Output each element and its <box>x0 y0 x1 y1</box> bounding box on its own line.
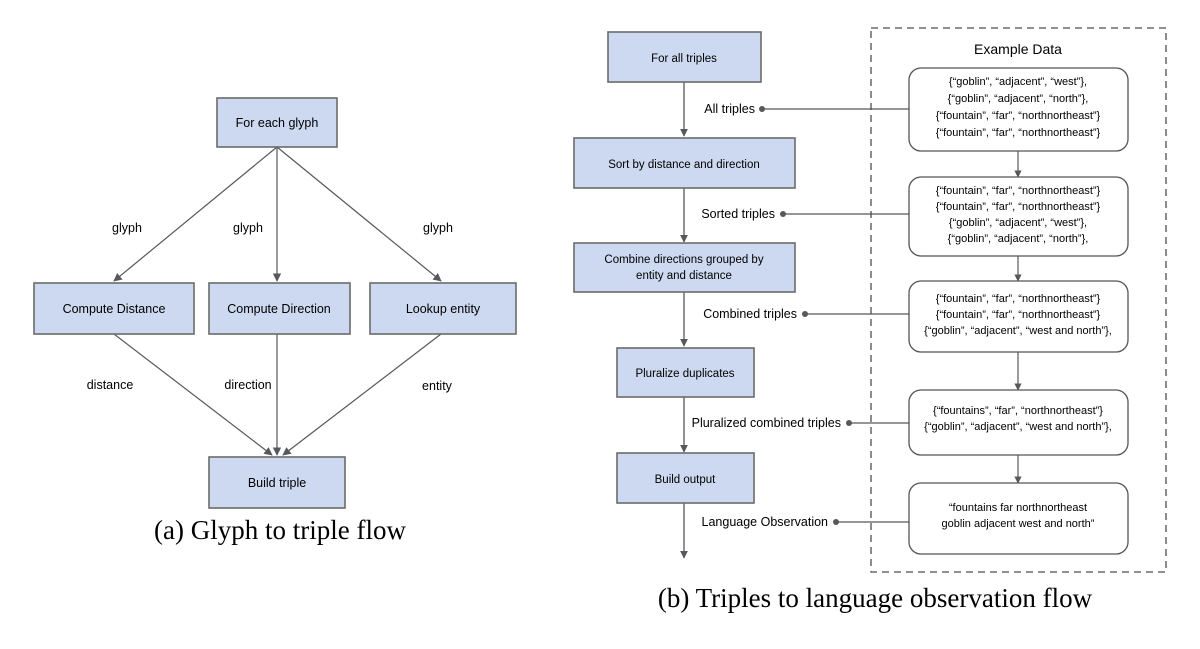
figure-canvas: For each glyph Compute Distance Compute … <box>33 27 1167 573</box>
edge-label-entity: entity <box>422 379 453 393</box>
example-data-line: {“fountain”, “far”, “northnortheast”} <box>936 127 1101 139</box>
node-combine-directions-label-line2: entity and distance <box>636 270 732 282</box>
connector-combined-triples: Combined triples <box>703 307 909 321</box>
example-data-line: {“fountain”, “far”, “northnortheast”} <box>936 293 1101 305</box>
edge-compute-distance-to-build-triple <box>113 333 273 456</box>
node-for-each-glyph-label: For each glyph <box>236 116 319 130</box>
edge-label-all-triples: All triples <box>704 102 755 116</box>
example-data-box-sorted-triples[interactable]: {“fountain”, “far”, “northnortheast”} {“… <box>908 176 1129 257</box>
node-sort-label: Sort by distance and direction <box>608 159 760 171</box>
edge-label-glyph-left: glyph <box>112 221 142 235</box>
node-for-all-triples[interactable]: For all triples <box>607 31 762 83</box>
node-combine-directions-label-line1: Combine directions grouped by <box>604 254 763 266</box>
edge-label-language-observation: Language Observation <box>702 515 829 529</box>
example-data-box-all-triples[interactable]: {“goblin”, “adjacent”, “west”}, {“goblin… <box>908 67 1129 152</box>
example-data-line: {“fountain”, “far”, “northnortheast”} <box>936 110 1101 122</box>
edge-label-combined-triples: Combined triples <box>703 307 797 321</box>
node-combine-directions[interactable]: Combine directions grouped by entity and… <box>573 242 796 293</box>
example-data-line: {“goblin”, “adjacent”, “west and north”}… <box>924 325 1112 337</box>
edge-label-sorted-triples: Sorted triples <box>701 207 775 221</box>
node-build-output[interactable]: Build output <box>616 452 755 504</box>
node-for-all-triples-label: For all triples <box>651 53 717 65</box>
node-sort[interactable]: Sort by distance and direction <box>573 137 796 189</box>
example-data-box-language-observation[interactable]: “fountains far northnortheast goblin adj… <box>908 482 1129 555</box>
node-compute-direction[interactable]: Compute Direction <box>208 282 351 335</box>
example-data-line: {“fountain”, “far”, “northnortheast”} <box>936 309 1101 321</box>
example-data-line: {“goblin”, “adjacent”, “west”}, <box>949 217 1087 229</box>
diagram-b: For all triples Sort by distance and dir… <box>573 27 1167 573</box>
edge-label-distance: distance <box>87 378 134 392</box>
connector-sorted-triples: Sorted triples <box>701 207 909 221</box>
edge-label-pluralized-combined-triples: Pluralized combined triples <box>692 416 841 430</box>
node-build-triple-label: Build triple <box>248 476 306 490</box>
edge-root-to-lookup-entity <box>276 146 442 282</box>
node-for-each-glyph[interactable]: For each glyph <box>216 97 338 148</box>
node-pluralize-duplicates[interactable]: Pluralize duplicates <box>616 347 755 398</box>
connector-pluralized-combined-triples: Pluralized combined triples <box>692 416 909 430</box>
node-pluralize-duplicates-label: Pluralize duplicates <box>635 368 734 380</box>
edge-label-glyph-middle: glyph <box>233 221 263 235</box>
example-data-panel-title: Example Data <box>974 41 1062 57</box>
example-data-line: “fountains far northnortheast <box>949 502 1087 514</box>
example-data-line: {“goblin”, “adjacent”, “north”}, <box>948 93 1089 105</box>
example-data-line: {“fountain”, “far”, “northnortheast”} <box>936 185 1101 197</box>
node-compute-distance[interactable]: Compute Distance <box>33 282 195 335</box>
node-lookup-entity[interactable]: Lookup entity <box>369 282 517 335</box>
example-data-line: {“goblin”, “adjacent”, “west and north”}… <box>924 421 1112 433</box>
example-data-line: {“fountain”, “far”, “northnortheast”} <box>936 201 1101 213</box>
node-compute-distance-label: Compute Distance <box>63 302 166 316</box>
node-compute-direction-label: Compute Direction <box>227 302 331 316</box>
example-data-line: {“goblin”, “adjacent”, “north”}, <box>948 233 1089 245</box>
edge-root-to-compute-distance <box>113 146 278 282</box>
diagram-a: For each glyph Compute Distance Compute … <box>33 97 517 509</box>
node-build-triple[interactable]: Build triple <box>208 456 346 509</box>
example-data-box-pluralized-triples[interactable]: {“fountains”, “far”, “northnortheast”} {… <box>908 389 1129 456</box>
connector-all-triples: All triples <box>704 102 909 116</box>
example-data-line: goblin adjacent west and north” <box>942 518 1095 530</box>
example-data-line: {“goblin”, “adjacent”, “west”}, <box>949 76 1087 88</box>
connector-language-observation: Language Observation <box>702 515 909 529</box>
figure-caption-a: (a) Glyph to triple flow <box>154 515 406 545</box>
node-lookup-entity-label: Lookup entity <box>406 302 481 316</box>
edge-label-glyph-right: glyph <box>423 221 453 235</box>
example-data-box-combined-triples[interactable]: {“fountain”, “far”, “northnortheast”} {“… <box>908 280 1129 353</box>
example-data-line: {“fountains”, “far”, “northnortheast”} <box>933 405 1103 417</box>
node-build-output-label: Build output <box>655 474 717 486</box>
edge-label-direction: direction <box>224 378 271 392</box>
example-data-panel: Example Data {“goblin”, “adjacent”, “wes… <box>870 27 1167 573</box>
figure-caption-b: (b) Triples to language observation flow <box>657 583 1093 613</box>
edge-lookup-entity-to-build-triple <box>282 333 442 456</box>
